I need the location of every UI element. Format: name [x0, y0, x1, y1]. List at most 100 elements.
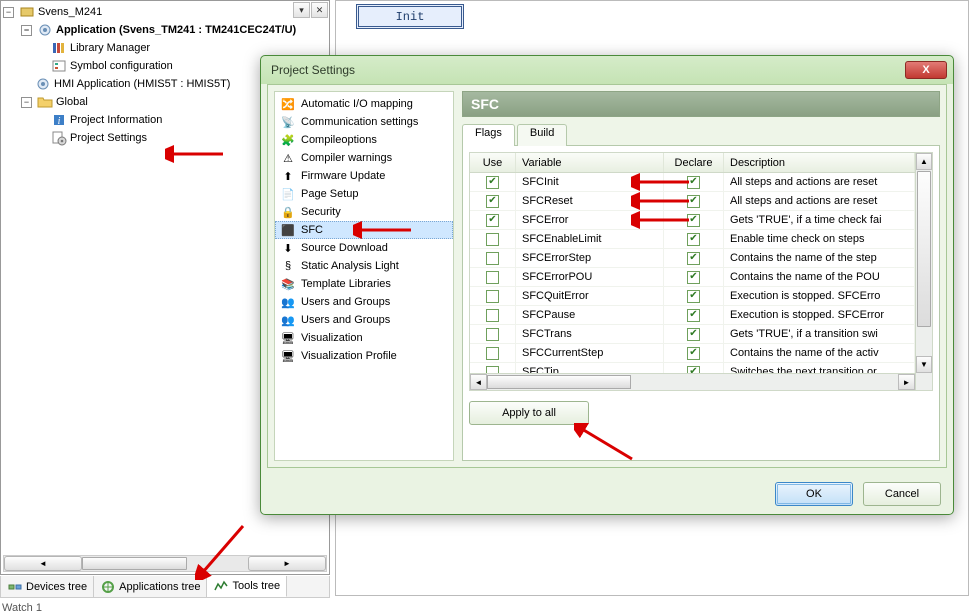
- declare-checkbox[interactable]: [687, 271, 700, 284]
- dialog-titlebar[interactable]: Project Settings X: [261, 56, 953, 84]
- category-communication-settings[interactable]: 📡Communication settings: [275, 113, 453, 131]
- use-checkbox[interactable]: [486, 252, 499, 265]
- ok-button[interactable]: OK: [775, 482, 853, 506]
- category-label: Source Download: [301, 242, 388, 254]
- use-checkbox[interactable]: [486, 309, 499, 322]
- category-icon: ⬆: [280, 168, 296, 184]
- info-icon: i: [51, 112, 67, 128]
- category-icon: 👥: [280, 294, 296, 310]
- tree-label: HMI Application (HMIS5T : HMIS5T): [54, 78, 230, 90]
- scroll-thumb[interactable]: [917, 171, 931, 327]
- variable-cell: SFCError: [516, 211, 664, 229]
- category-page-setup[interactable]: 📄Page Setup: [275, 185, 453, 203]
- declare-checkbox[interactable]: [687, 252, 700, 265]
- use-checkbox[interactable]: [486, 214, 499, 227]
- category-visualization[interactable]: 🖥Visualization: [275, 329, 453, 347]
- category-firmware-update[interactable]: ⬆ Firmware Update: [275, 167, 453, 185]
- tab-devices-tree[interactable]: Devices tree: [1, 576, 94, 597]
- scroll-left-icon[interactable]: ◄: [4, 556, 82, 571]
- category-compileoptions[interactable]: 🧩Compileoptions: [275, 131, 453, 149]
- tree-h-scrollbar[interactable]: ◄ ►: [3, 555, 327, 572]
- category-users-and-groups[interactable]: 👥 Users and Groups: [275, 293, 453, 311]
- col-declare[interactable]: Declare: [664, 153, 724, 172]
- tab-tools-tree[interactable]: Tools tree: [207, 576, 287, 597]
- category-source-download[interactable]: ⬇Source Download: [275, 239, 453, 257]
- close-button[interactable]: X: [905, 61, 947, 79]
- section-title: SFC: [462, 91, 940, 117]
- category-static-analysis-light[interactable]: §Static Analysis Light: [275, 257, 453, 275]
- apps-tree-icon: [100, 579, 116, 595]
- use-checkbox[interactable]: [486, 271, 499, 284]
- scroll-down-icon[interactable]: ▼: [916, 356, 932, 373]
- scroll-right-icon[interactable]: ►: [898, 374, 915, 390]
- col-use[interactable]: Use: [470, 153, 516, 172]
- category-visualization-profile[interactable]: 🖥Visualization Profile: [275, 347, 453, 365]
- variable-cell: SFCEnableLimit: [516, 230, 664, 248]
- declare-checkbox[interactable]: [687, 309, 700, 322]
- category-compiler-warnings[interactable]: ⚠Compiler warnings: [275, 149, 453, 167]
- scroll-thumb[interactable]: [487, 375, 631, 389]
- grid-row[interactable]: SFCEnableLimitEnable time check on steps: [470, 230, 915, 249]
- declare-checkbox[interactable]: [687, 214, 700, 227]
- grid-row[interactable]: SFCQuitErrorExecution is stopped. SFCErr…: [470, 287, 915, 306]
- tools-icon: [213, 578, 229, 594]
- category-label: Users and Groups: [301, 296, 390, 308]
- category-template-libraries[interactable]: 📚Template Libraries: [275, 275, 453, 293]
- use-checkbox[interactable]: [486, 290, 499, 303]
- grid-row[interactable]: SFCInitAll steps and actions are reset: [470, 173, 915, 192]
- grid-row[interactable]: SFCErrorPOUContains the name of the POU: [470, 268, 915, 287]
- tree-label: Global: [56, 96, 88, 108]
- use-checkbox[interactable]: [486, 347, 499, 360]
- use-checkbox[interactable]: [486, 176, 499, 189]
- tree-root[interactable]: − Svens_M241: [3, 3, 327, 21]
- declare-checkbox[interactable]: [687, 347, 700, 360]
- expand-icon[interactable]: −: [3, 7, 14, 18]
- use-checkbox[interactable]: [486, 233, 499, 246]
- panel-close-icon[interactable]: ✕: [311, 2, 328, 18]
- settings-category-list[interactable]: 🔀Automatic I/O mapping📡Communication set…: [274, 91, 454, 461]
- declare-checkbox[interactable]: [687, 195, 700, 208]
- tree-application[interactable]: − Application (Svens_TM241 : TM241CEC24T…: [3, 21, 327, 39]
- declare-checkbox[interactable]: [687, 176, 700, 189]
- scroll-left-icon[interactable]: ◄: [470, 374, 487, 390]
- category-icon: §: [280, 258, 296, 274]
- declare-checkbox[interactable]: [687, 233, 700, 246]
- category-icon: 📚: [280, 276, 296, 292]
- dialog-title: Project Settings: [271, 63, 355, 77]
- use-checkbox[interactable]: [486, 195, 499, 208]
- col-description[interactable]: Description: [724, 153, 915, 172]
- declare-checkbox[interactable]: [687, 290, 700, 303]
- use-checkbox[interactable]: [486, 328, 499, 341]
- panel-dropdown-icon[interactable]: ▾: [293, 2, 310, 18]
- scroll-thumb[interactable]: [82, 557, 187, 570]
- flags-tabpage: Use Variable Declare Description SFCInit…: [462, 145, 940, 461]
- grid-row[interactable]: SFCErrorStepContains the name of the ste…: [470, 249, 915, 268]
- tab-applications-tree[interactable]: Applications tree: [94, 576, 207, 597]
- grid-row[interactable]: SFCResetAll steps and actions are reset: [470, 192, 915, 211]
- category-label: Firmware Update: [301, 170, 385, 182]
- grid-h-scrollbar[interactable]: ◄ ►: [470, 373, 915, 390]
- apply-to-all-button[interactable]: Apply to all: [469, 401, 589, 425]
- expand-icon[interactable]: −: [21, 97, 32, 108]
- category-users-and-groups[interactable]: 👥Users and Groups: [275, 311, 453, 329]
- grid-row[interactable]: SFCTransGets 'TRUE', if a transition swi: [470, 325, 915, 344]
- declare-checkbox[interactable]: [687, 328, 700, 341]
- grid-row[interactable]: SFCCurrentStepContains the name of the a…: [470, 344, 915, 363]
- grid-row[interactable]: SFCPauseExecution is stopped. SFCError: [470, 306, 915, 325]
- category-security[interactable]: 🔒Security: [275, 203, 453, 221]
- tab-flags[interactable]: Flags: [462, 124, 515, 146]
- tree-label: Project Settings: [70, 132, 147, 144]
- scroll-right-icon[interactable]: ►: [248, 556, 326, 571]
- category-sfc[interactable]: ⬛SFC: [275, 221, 453, 239]
- description-cell: Contains the name of the POU: [724, 268, 915, 286]
- expand-icon[interactable]: −: [21, 25, 32, 36]
- scroll-up-icon[interactable]: ▲: [916, 153, 932, 170]
- grid-row[interactable]: SFCErrorGets 'TRUE', if a time check fai: [470, 211, 915, 230]
- category-automatic-i-o-mapping[interactable]: 🔀Automatic I/O mapping: [275, 95, 453, 113]
- tab-build[interactable]: Build: [517, 124, 567, 146]
- sfc-init-step[interactable]: Init: [356, 4, 464, 29]
- col-variable[interactable]: Variable: [516, 153, 664, 172]
- grid-v-scrollbar[interactable]: ▲ ▼: [915, 153, 932, 390]
- cancel-button[interactable]: Cancel: [863, 482, 941, 506]
- category-label: Visualization Profile: [301, 350, 397, 362]
